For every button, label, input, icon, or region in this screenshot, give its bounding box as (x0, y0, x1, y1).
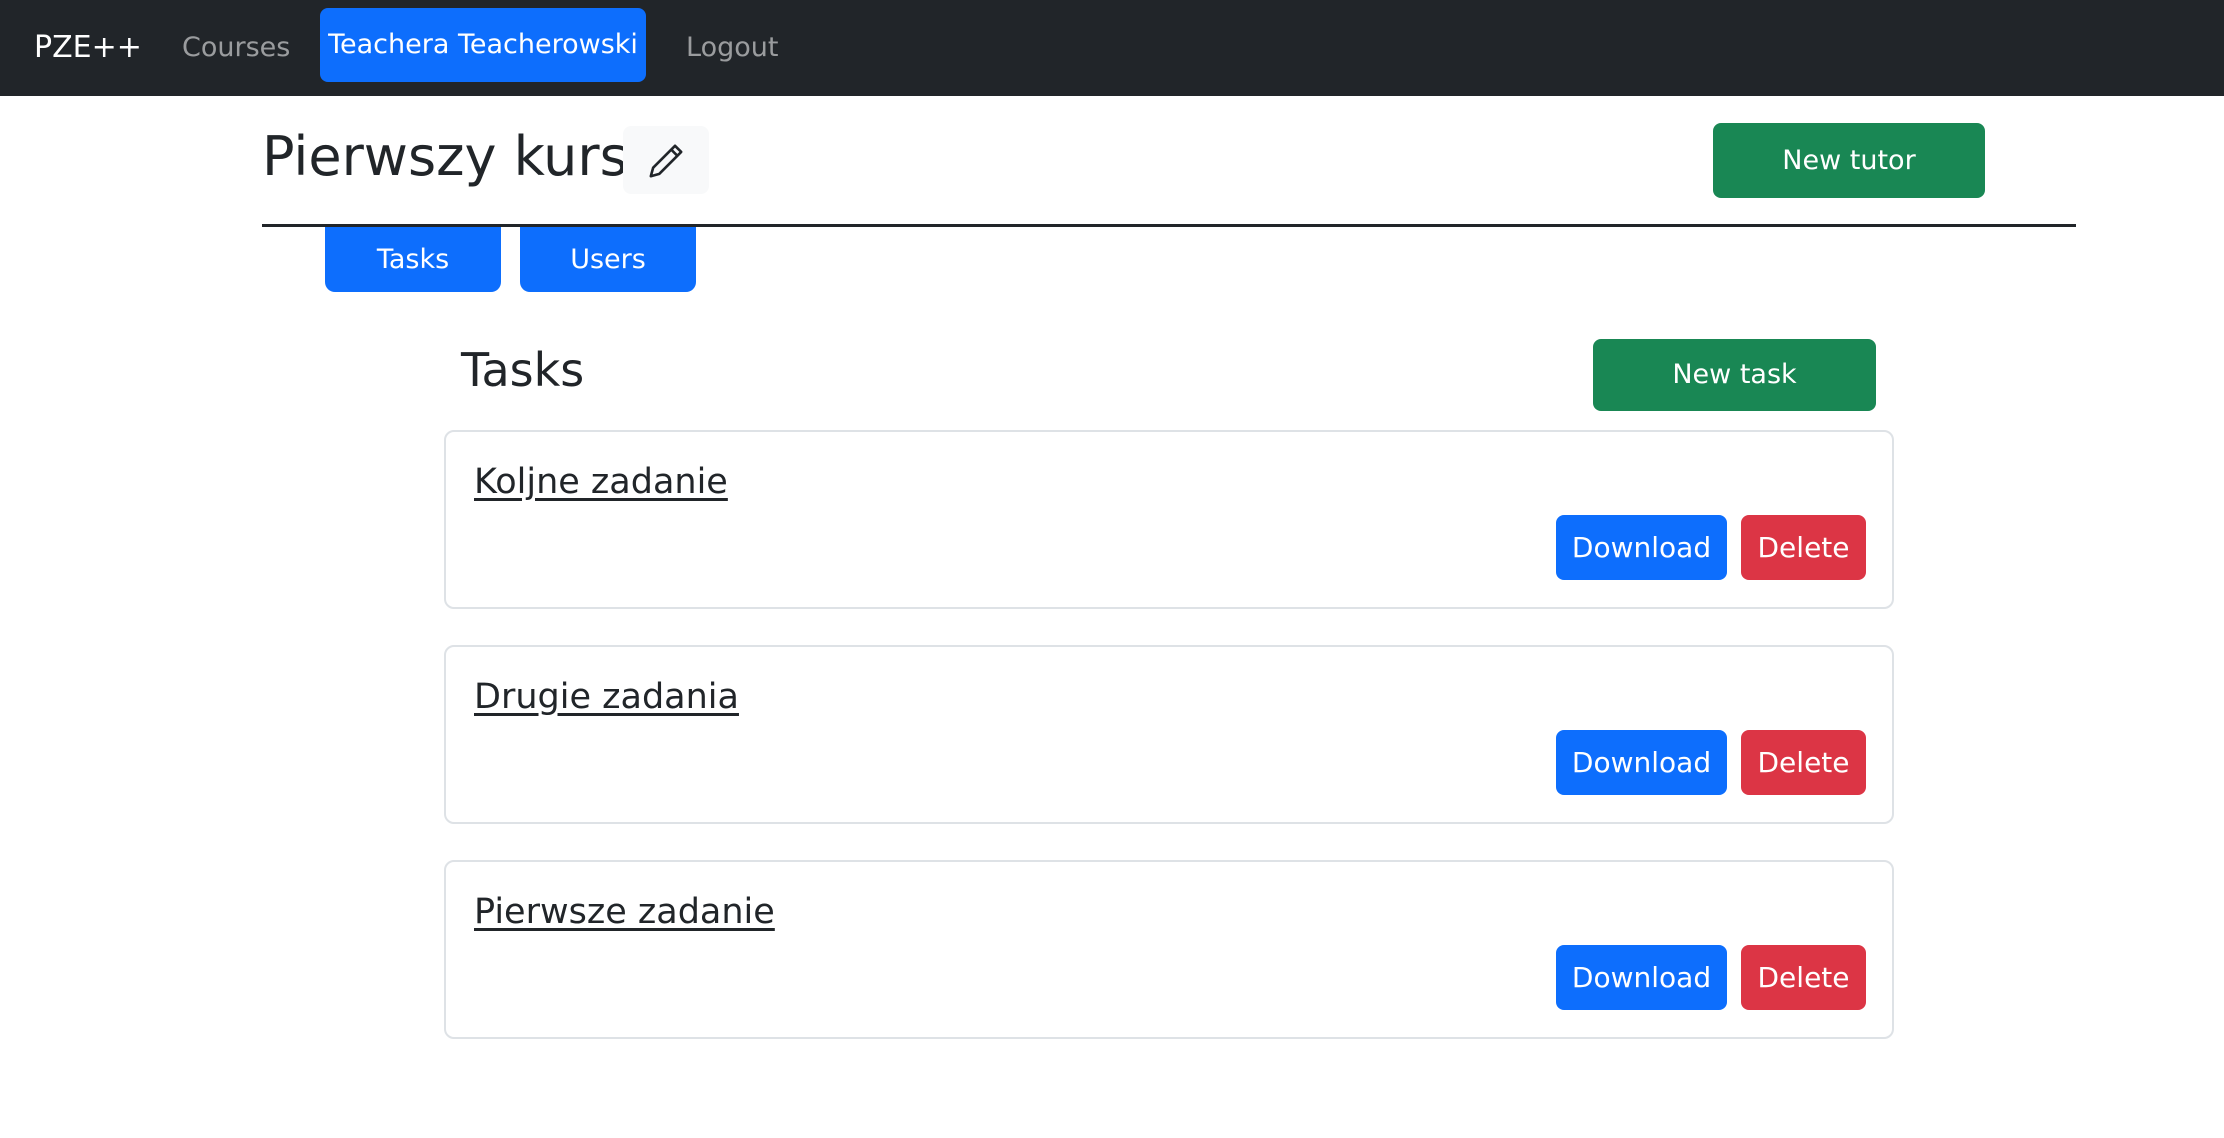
new-task-button[interactable]: New task (1593, 339, 1876, 411)
top-navbar: PZE++ Courses Teachera Teacherowski Logo… (0, 0, 2224, 96)
delete-button[interactable]: Delete (1741, 945, 1866, 1010)
delete-button[interactable]: Delete (1741, 730, 1866, 795)
download-button[interactable]: Download (1556, 515, 1727, 580)
task-card: Koljne zadanie Download Delete (444, 430, 1894, 609)
course-title: Pierwszy kurs (262, 125, 628, 188)
tab-users[interactable]: Users (520, 227, 696, 292)
brand-logo[interactable]: PZE++ (34, 24, 142, 72)
download-button[interactable]: Download (1556, 945, 1727, 1010)
task-card: Pierwsze zadanie Download Delete (444, 860, 1894, 1039)
task-card: Drugie zadania Download Delete (444, 645, 1894, 824)
delete-button[interactable]: Delete (1741, 515, 1866, 580)
new-tutor-button[interactable]: New tutor (1713, 123, 1985, 198)
nav-courses-link[interactable]: Courses (182, 24, 290, 72)
task-title-link[interactable]: Drugie zadania (474, 675, 739, 719)
task-title-link[interactable]: Koljne zadanie (474, 460, 728, 504)
tab-tasks[interactable]: Tasks (325, 227, 501, 292)
edit-course-button[interactable] (623, 126, 709, 194)
download-button[interactable]: Download (1556, 730, 1727, 795)
tasks-heading: Tasks (461, 343, 585, 397)
nav-logout-link[interactable]: Logout (686, 24, 778, 72)
task-title-link[interactable]: Pierwsze zadanie (474, 890, 775, 934)
pencil-icon (649, 144, 683, 178)
nav-user-link[interactable]: Teachera Teacherowski (320, 8, 646, 82)
